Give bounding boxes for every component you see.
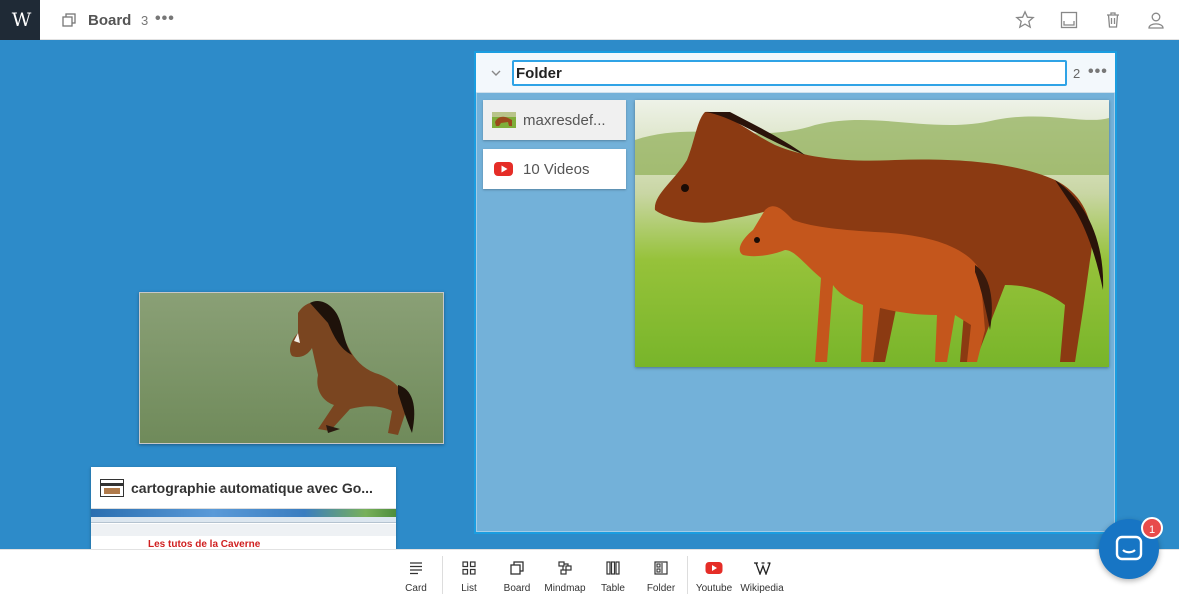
app-logo[interactable]: W [0,0,40,40]
wikipedia-icon [754,562,771,575]
top-bar: W Board 3 ••• [0,0,1179,40]
link-preview-image: Les tutos de la Caverne [91,508,396,549]
toolbar-divider [687,556,688,594]
link-card[interactable]: cartographie automatique avec Go... Les … [91,467,396,549]
youtube-icon [494,162,513,176]
toolbar-divider [442,556,443,594]
chevron-down-icon[interactable] [489,66,503,80]
board-icon [62,13,76,27]
link-title: cartographie automatique avec Go... [131,480,373,496]
tool-board[interactable]: Board [493,550,541,599]
table-icon [606,561,620,575]
tool-label: Folder [646,583,676,594]
folder-more-icon[interactable]: ••• [1088,64,1108,80]
board-icon [510,561,524,575]
tool-label: List [461,583,477,594]
tool-label: Mindmap [544,583,586,594]
preview-bar [91,517,396,523]
tool-youtube[interactable]: Youtube [690,550,738,599]
folder-container[interactable]: 2 ••• maxresdef... 10 Videos [474,51,1117,534]
mare-and-foal-image[interactable] [635,100,1109,367]
trash-icon[interactable] [1103,10,1123,30]
tool-mindmap[interactable]: Mindmap [541,550,589,599]
star-icon[interactable] [1015,10,1035,30]
bottom-toolbar: Card List Board Mindmap Table Folder You… [0,549,1179,599]
folder-header: 2 ••• [476,53,1115,93]
folder-item-label: 10 Videos [523,161,590,178]
tool-label: Card [405,583,427,594]
board-more-icon[interactable]: ••• [155,11,175,27]
board-item-count: 3 [141,13,149,28]
tool-card[interactable]: Card [392,550,440,599]
chat-notification-badge: 1 [1141,517,1163,539]
folder-icon [654,561,668,575]
chat-icon [1115,535,1143,561]
card-icon [410,562,422,575]
folder-item-videos[interactable]: 10 Videos [483,149,626,189]
folder-item-count: 2 [1073,66,1081,81]
tool-list[interactable]: List [445,550,493,599]
tool-label: Board [503,583,531,594]
link-thumbnail [100,479,124,497]
tool-label: Wikipedia [740,583,784,594]
horse-image-card[interactable] [139,292,444,444]
folder-item-label: maxresdef... [523,112,606,129]
mindmap-icon [558,561,572,575]
inbox-icon[interactable] [1059,10,1079,30]
horses-image [635,100,1109,367]
youtube-icon [705,562,723,574]
list-icon [462,561,476,575]
running-horse-image [140,293,443,443]
preview-bar [91,509,396,517]
user-icon[interactable] [1146,10,1166,30]
tool-folder[interactable]: Folder [637,550,685,599]
tool-table[interactable]: Table [589,550,637,599]
preview-site-title: Les tutos de la Caverne [148,539,261,549]
preview-bar [91,524,396,536]
tool-label: Youtube [695,583,733,594]
tool-wikipedia[interactable]: Wikipedia [738,550,786,599]
board-title[interactable]: Board [88,12,131,29]
tool-label: Table [601,583,625,594]
folder-item-image[interactable]: maxresdef... [483,100,626,140]
image-thumbnail-icon [492,112,516,128]
folder-title-input[interactable] [512,60,1067,86]
